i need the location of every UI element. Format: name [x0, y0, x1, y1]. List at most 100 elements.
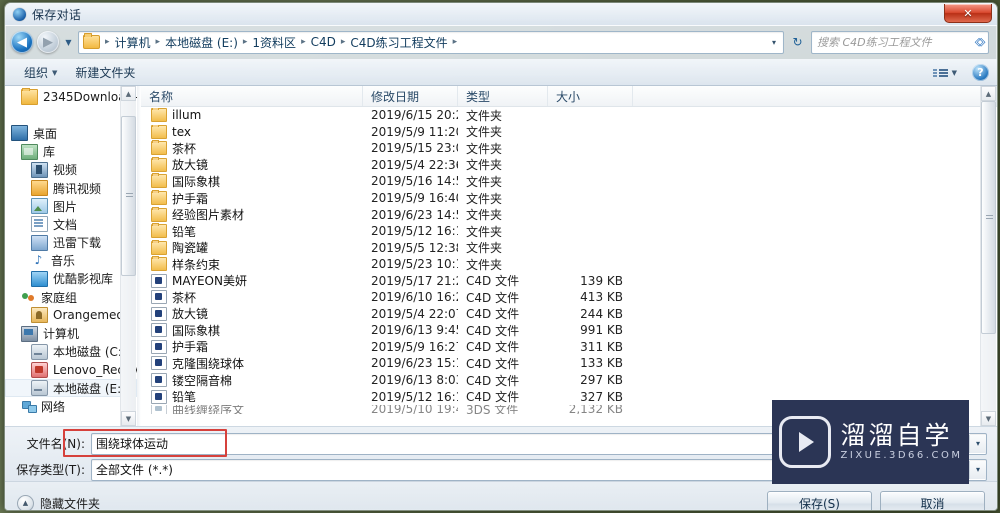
table-row[interactable]: MAYEON美妍 2019/5/17 21:21 C4D 文件 139 KB: [141, 272, 997, 289]
nav-scroll-up-icon[interactable]: ▲: [121, 86, 136, 101]
organize-button[interactable]: 组织 ▼: [15, 61, 66, 84]
sidebar-item-12[interactable]: Orangemeow: [5, 306, 137, 324]
sidebar-item-9[interactable]: ♪ 音乐: [5, 252, 137, 270]
table-row[interactable]: 茶杯 2019/6/10 16:20 C4D 文件 413 KB: [141, 289, 997, 306]
sidebar-item-8[interactable]: 迅雷下载: [5, 234, 137, 252]
sidebar-item-16[interactable]: 本地磁盘 (E:): [5, 379, 137, 398]
sidebar-item-6[interactable]: 图片: [5, 197, 137, 215]
file-date-cell: 2019/5/12 16:15: [371, 389, 458, 404]
file-name-cell: 护手霜: [141, 190, 363, 207]
table-row[interactable]: 国际象棋 2019/6/13 9:45 C4D 文件 991 KB: [141, 322, 997, 339]
help-icon[interactable]: ?: [972, 64, 989, 81]
breadcrumb-item-computer[interactable]: 计算机: [112, 33, 154, 52]
sidebar-item-label: 文档: [53, 217, 78, 232]
new-folder-button[interactable]: 新建文件夹: [66, 61, 144, 84]
sidebar-item-label: 迅雷下载: [53, 236, 102, 251]
file-size-cell: 139 KB: [580, 273, 623, 288]
filetype-chevron-down-icon[interactable]: ▾: [969, 460, 986, 479]
dc3-icon: [151, 404, 167, 414]
homegroup-icon: [21, 290, 36, 304]
column-header-type[interactable]: 类型: [458, 86, 548, 106]
forward-arrow-icon[interactable]: ▶: [37, 31, 59, 53]
file-date-cell: 2019/5/5 12:38: [371, 240, 458, 255]
sidebar-item-7[interactable]: 文档: [5, 215, 137, 233]
file-size-cell: 2,132 KB: [568, 404, 623, 414]
sidebar-item-label: 优酷影视库: [53, 272, 114, 287]
file-name-cell: 茶杯: [141, 140, 363, 157]
table-row[interactable]: 放大镜 2019/5/4 22:36 文件夹: [141, 156, 997, 174]
watermark-title: 溜溜自学: [840, 421, 953, 450]
table-row[interactable]: 经验图片素材 2019/6/23 14:59 文件夹: [141, 206, 997, 223]
file-scroll-up-icon[interactable]: ▲: [981, 86, 996, 101]
table-row[interactable]: illum 2019/6/15 20:23 文件夹: [141, 107, 997, 124]
breadcrumb-separator-icon: ▸: [340, 37, 346, 47]
breadcrumb-item-drive-e[interactable]: 本地磁盘 (E:): [162, 33, 241, 52]
file-size-cell: 327 KB: [580, 389, 623, 404]
table-row[interactable]: 镂空隔音棉 2019/6/13 8:03 C4D 文件 297 KB: [141, 372, 997, 389]
recent-locations-chevron-down-icon[interactable]: ▼: [63, 34, 74, 50]
file-type-cell: C4D 文件: [466, 274, 520, 289]
file-name-cell: 克隆围绕球体: [141, 355, 363, 372]
table-row[interactable]: 护手霜 2019/5/9 16:40 文件夹: [141, 190, 997, 207]
table-row[interactable]: 国际象棋 2019/5/16 14:57 文件夹: [141, 173, 997, 190]
file-size-cell: 133 KB: [580, 356, 623, 371]
chevron-down-icon: ▼: [951, 68, 957, 77]
table-row[interactable]: 陶瓷罐 2019/5/5 12:38 文件夹: [141, 239, 997, 256]
breadcrumb-item-ziliaoqu[interactable]: 1资料区: [249, 33, 299, 52]
sidebar-item-15[interactable]: Lenovo_Recov: [5, 361, 137, 379]
navigation-tree: 2345Download- 桌面库视频 腾讯视频 图片文档迅雷下载 ♪ 音乐优酷影视库 家庭…: [5, 86, 137, 415]
file-name-label: 经验图片素材: [172, 208, 245, 223]
file-type-cell: 文件夹: [466, 158, 503, 173]
breadcrumb-item-c4d[interactable]: C4D: [308, 34, 339, 50]
table-row[interactable]: 茶杯 2019/5/15 23:01 文件夹: [141, 140, 997, 157]
file-type-cell: 文件夹: [466, 257, 503, 272]
navigation-pane: 2345Download- 桌面库视频 腾讯视频 图片文档迅雷下载 ♪ 音乐优酷影视库 家庭…: [5, 86, 137, 426]
address-bar[interactable]: ▸ 计算机 ▸ 本地磁盘 (E:) ▸ 1资料区 ▸ C4D ▸ C4D练习工程…: [78, 30, 784, 54]
close-button[interactable]: ✕: [944, 4, 992, 23]
sidebar-item-5[interactable]: 腾讯视频: [5, 179, 137, 197]
file-list-scrollbar[interactable]: ▲ ▼: [980, 86, 996, 426]
sidebar-item-0[interactable]: 2345Download-: [5, 88, 137, 106]
sidebar-item-3[interactable]: 库: [5, 143, 137, 161]
search-input[interactable]: [815, 34, 977, 50]
sidebar-item-14[interactable]: 本地磁盘 (C:): [5, 343, 137, 361]
table-row[interactable]: 样条约束 2019/5/23 10:19 文件夹: [141, 256, 997, 273]
network-icon: [21, 399, 37, 414]
save-button[interactable]: 保存(S): [767, 490, 872, 510]
dialog-body: 2345Download- 桌面库视频 腾讯视频 图片文档迅雷下载 ♪ 音乐优酷影视库 家庭…: [5, 86, 997, 427]
nav-scroll-down-icon[interactable]: ▼: [121, 411, 136, 426]
sidebar-item-11[interactable]: 家庭组: [5, 288, 137, 306]
sidebar-item-10[interactable]: 优酷影视库: [5, 270, 137, 288]
column-header-date[interactable]: 修改日期: [363, 86, 458, 106]
breadcrumb-separator-icon: ▸: [105, 37, 110, 47]
column-header-size[interactable]: 大小: [548, 86, 633, 106]
table-row[interactable]: 放大镜 2019/5/4 22:07 C4D 文件 244 KB: [141, 306, 997, 323]
c4d-icon: [151, 356, 167, 371]
sidebar-item-13[interactable]: 计算机: [5, 324, 137, 342]
nav-pane-scrollbar[interactable]: ▲ ▼: [120, 86, 136, 426]
table-row[interactable]: 克隆围绕球体 2019/6/23 15:10 C4D 文件 133 KB: [141, 355, 997, 372]
file-date-cell: 2019/6/13 8:03: [371, 373, 458, 388]
sidebar-item-2[interactable]: 桌面: [5, 124, 137, 142]
table-row[interactable]: 护手霜 2019/5/9 16:27 C4D 文件 311 KB: [141, 339, 997, 356]
view-options-button[interactable]: ▼: [924, 61, 966, 84]
file-name-cell: 国际象棋: [141, 173, 363, 190]
hide-folders-button[interactable]: ▲ 隐藏文件夹: [17, 494, 100, 510]
breadcrumb-item-c4d-practice[interactable]: C4D练习工程文件: [347, 33, 450, 52]
refresh-icon[interactable]: ↻: [788, 32, 807, 52]
file-scroll-down-icon[interactable]: ▼: [981, 411, 996, 426]
table-row[interactable]: tex 2019/5/9 11:20 文件夹: [141, 124, 997, 141]
back-arrow-icon[interactable]: ◀: [11, 31, 33, 53]
sidebar-item-4[interactable]: 视频: [5, 161, 137, 179]
column-header-name[interactable]: 名称: [141, 86, 363, 106]
file-name-label: 护手霜: [172, 340, 209, 355]
library-icon: [21, 143, 38, 160]
filename-chevron-down-icon[interactable]: ▾: [969, 434, 986, 453]
nav-scrollbar-thumb[interactable]: [121, 116, 136, 276]
address-dropdown-chevron-down-icon[interactable]: ▾: [767, 38, 781, 47]
cancel-button[interactable]: 取消: [880, 490, 985, 510]
search-box[interactable]: ⧉: [811, 30, 989, 54]
table-row[interactable]: 铅笔 2019/5/12 16:15 文件夹: [141, 223, 997, 240]
sidebar-item-17[interactable]: 网络: [5, 397, 137, 415]
file-scrollbar-thumb[interactable]: [981, 101, 996, 334]
